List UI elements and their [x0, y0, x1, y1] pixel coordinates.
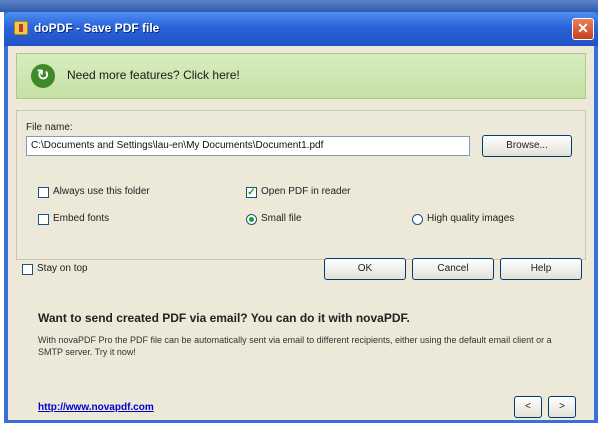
- options-group: [16, 110, 586, 260]
- always-use-folder-label: Always use this folder: [53, 186, 150, 197]
- promo-headline: Want to send created PDF via email? You …: [38, 311, 410, 325]
- file-name-input[interactable]: C:\Documents and Settings\lau-en\My Docu…: [26, 136, 470, 156]
- open-pdf-reader-checkbox[interactable]: ✓: [246, 187, 257, 198]
- dopdf-app-icon: [14, 21, 28, 35]
- small-file-label: Small file: [261, 213, 302, 224]
- title-bar[interactable]: doPDF - Save PDF file ✕: [4, 12, 598, 46]
- stay-on-top-label: Stay on top: [37, 263, 88, 274]
- background-strip: [0, 0, 598, 12]
- feature-banner[interactable]: ↻ Need more features? Click here!: [16, 53, 586, 99]
- embed-fonts-checkbox[interactable]: [38, 214, 49, 225]
- cancel-button[interactable]: Cancel: [412, 258, 494, 280]
- open-pdf-reader-label: Open PDF in reader: [261, 186, 351, 197]
- help-button[interactable]: Help: [500, 258, 582, 280]
- novapdf-link[interactable]: http://www.novapdf.com: [38, 402, 154, 413]
- close-icon: ✕: [577, 20, 589, 36]
- stay-on-top-checkbox[interactable]: [22, 264, 33, 275]
- close-button[interactable]: ✕: [572, 18, 594, 40]
- promo-body: With novaPDF Pro the PDF file can be aut…: [38, 335, 552, 357]
- save-pdf-dialog: doPDF - Save PDF file ✕ ↻ Need more feat…: [4, 12, 598, 423]
- ok-button[interactable]: OK: [324, 258, 406, 280]
- high-quality-radio[interactable]: [412, 214, 423, 225]
- dialog-body: ↻ Need more features? Click here! File n…: [8, 46, 594, 420]
- prev-button[interactable]: <: [514, 396, 542, 418]
- embed-fonts-label: Embed fonts: [53, 213, 110, 224]
- refresh-circle-icon: ↻: [31, 64, 55, 88]
- always-use-folder-checkbox[interactable]: [38, 187, 49, 198]
- high-quality-label: High quality images: [427, 213, 515, 224]
- small-file-radio[interactable]: [246, 214, 257, 225]
- banner-text[interactable]: Need more features? Click here!: [67, 68, 240, 82]
- next-button[interactable]: >: [548, 396, 576, 418]
- file-name-label: File name:: [26, 122, 73, 133]
- window-title: doPDF - Save PDF file: [34, 21, 160, 35]
- browse-button[interactable]: Browse...: [482, 135, 572, 157]
